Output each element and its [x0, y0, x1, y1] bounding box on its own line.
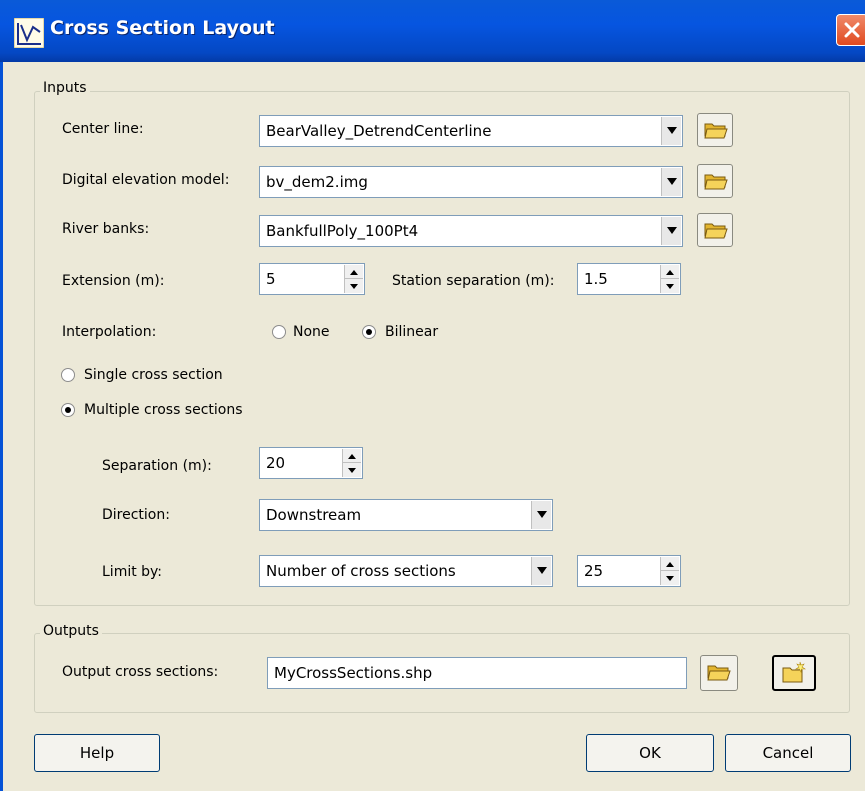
extension-label: Extension (m): [62, 273, 165, 289]
chevron-down-icon [667, 178, 677, 185]
direction-combo[interactable]: Downstream [259, 499, 553, 531]
extension-spin-down[interactable] [345, 279, 363, 293]
limit-by-combo[interactable]: Number of cross sections [259, 555, 553, 587]
station-separation-label: Station separation (m): [392, 273, 555, 289]
dem-label: Digital elevation model: [62, 172, 230, 188]
outputs-legend: Outputs [40, 623, 102, 639]
interpolation-none-label[interactable]: None [293, 324, 330, 340]
separation-stepper[interactable]: 20 [259, 447, 363, 479]
close-button[interactable] [836, 14, 865, 46]
cancel-button[interactable]: Cancel [725, 734, 851, 772]
limit-count-stepper[interactable]: 25 [577, 555, 681, 587]
arrow-up-icon [666, 561, 674, 567]
window-title: Cross Section Layout [50, 17, 275, 39]
inputs-legend: Inputs [40, 80, 90, 96]
separation-spin-buttons[interactable] [342, 449, 361, 477]
app-chart-icon [13, 17, 45, 49]
river-banks-browse-button[interactable] [697, 213, 733, 247]
arrow-down-icon [666, 576, 674, 581]
station-separation-stepper[interactable]: 1.5 [577, 263, 681, 295]
station-separation-spin-buttons[interactable] [660, 265, 679, 293]
limit-count-spin-down[interactable] [661, 571, 679, 585]
extension-stepper[interactable]: 5 [259, 263, 365, 295]
extension-spin-up[interactable] [345, 265, 363, 279]
folder-open-icon [704, 223, 728, 239]
direction-label: Direction: [102, 507, 170, 523]
separation-spin-down[interactable] [343, 463, 361, 477]
chevron-down-icon [537, 511, 547, 518]
arrow-up-icon [348, 453, 356, 459]
center-line-dropdown[interactable] [661, 117, 681, 145]
arrow-down-icon [666, 284, 674, 289]
center-line-label: Center line: [62, 121, 144, 137]
arrow-down-icon [350, 284, 358, 289]
dem-combo[interactable]: bv_dem2.img [259, 166, 683, 198]
arrow-up-icon [666, 269, 674, 275]
direction-dropdown[interactable] [531, 501, 551, 529]
dem-dropdown[interactable] [661, 168, 681, 196]
chevron-down-icon [667, 227, 677, 234]
interpolation-bilinear-radio[interactable] [362, 325, 376, 339]
arrow-down-icon [348, 468, 356, 473]
extension-value: 5 [266, 270, 276, 288]
single-cross-section-radio[interactable] [61, 368, 75, 382]
new-folder-icon [782, 661, 806, 683]
limit-by-label: Limit by: [102, 564, 163, 580]
folder-open-icon [704, 174, 728, 190]
direction-value: Downstream [266, 506, 362, 524]
limit-count-spin-up[interactable] [661, 557, 679, 571]
folder-open-icon [704, 123, 728, 139]
ok-button[interactable]: OK [586, 734, 714, 772]
radio-selected-dot [366, 329, 372, 335]
output-browse-button[interactable] [700, 655, 738, 691]
help-button[interactable]: Help [34, 734, 160, 772]
chevron-down-icon [537, 567, 547, 574]
river-banks-dropdown[interactable] [661, 217, 681, 245]
station-separation-spin-up[interactable] [661, 265, 679, 279]
separation-value: 20 [266, 454, 286, 472]
arrow-up-icon [350, 269, 358, 275]
limit-count-spin-buttons[interactable] [660, 557, 679, 585]
limit-count-value: 25 [584, 562, 604, 580]
limit-by-value: Number of cross sections [266, 562, 456, 580]
river-banks-combo[interactable]: BankfullPoly_100Pt4 [259, 215, 683, 247]
radio-selected-dot [65, 407, 71, 413]
output-new-button[interactable] [772, 655, 816, 691]
output-cross-sections-label: Output cross sections: [62, 664, 219, 680]
dem-value: bv_dem2.img [266, 173, 368, 191]
multiple-cross-sections-label[interactable]: Multiple cross sections [84, 402, 243, 418]
extension-spin-buttons[interactable] [344, 265, 363, 293]
center-line-browse-button[interactable] [697, 113, 733, 147]
separation-spin-up[interactable] [343, 449, 361, 463]
title-bar[interactable]: Cross Section Layout [0, 0, 865, 62]
output-cross-sections-field[interactable]: MyCrossSections.shp [267, 657, 687, 689]
close-icon [844, 22, 860, 38]
interpolation-bilinear-label[interactable]: Bilinear [385, 324, 438, 340]
output-cross-sections-value: MyCrossSections.shp [274, 664, 433, 682]
interpolation-none-radio[interactable] [272, 325, 286, 339]
station-separation-spin-down[interactable] [661, 279, 679, 293]
chevron-down-icon [667, 127, 677, 134]
center-line-value: BearValley_DetrendCenterline [266, 122, 492, 140]
multiple-cross-sections-radio[interactable] [61, 403, 75, 417]
interpolation-label: Interpolation: [62, 324, 157, 340]
dem-browse-button[interactable] [697, 164, 733, 198]
folder-open-icon [707, 665, 731, 681]
limit-by-dropdown[interactable] [531, 557, 551, 585]
single-cross-section-label[interactable]: Single cross section [84, 367, 223, 383]
separation-label: Separation (m): [102, 458, 212, 474]
river-banks-value: BankfullPoly_100Pt4 [266, 222, 419, 240]
station-separation-value: 1.5 [584, 270, 608, 288]
river-banks-label: River banks: [62, 221, 150, 237]
center-line-combo[interactable]: BearValley_DetrendCenterline [259, 115, 683, 147]
